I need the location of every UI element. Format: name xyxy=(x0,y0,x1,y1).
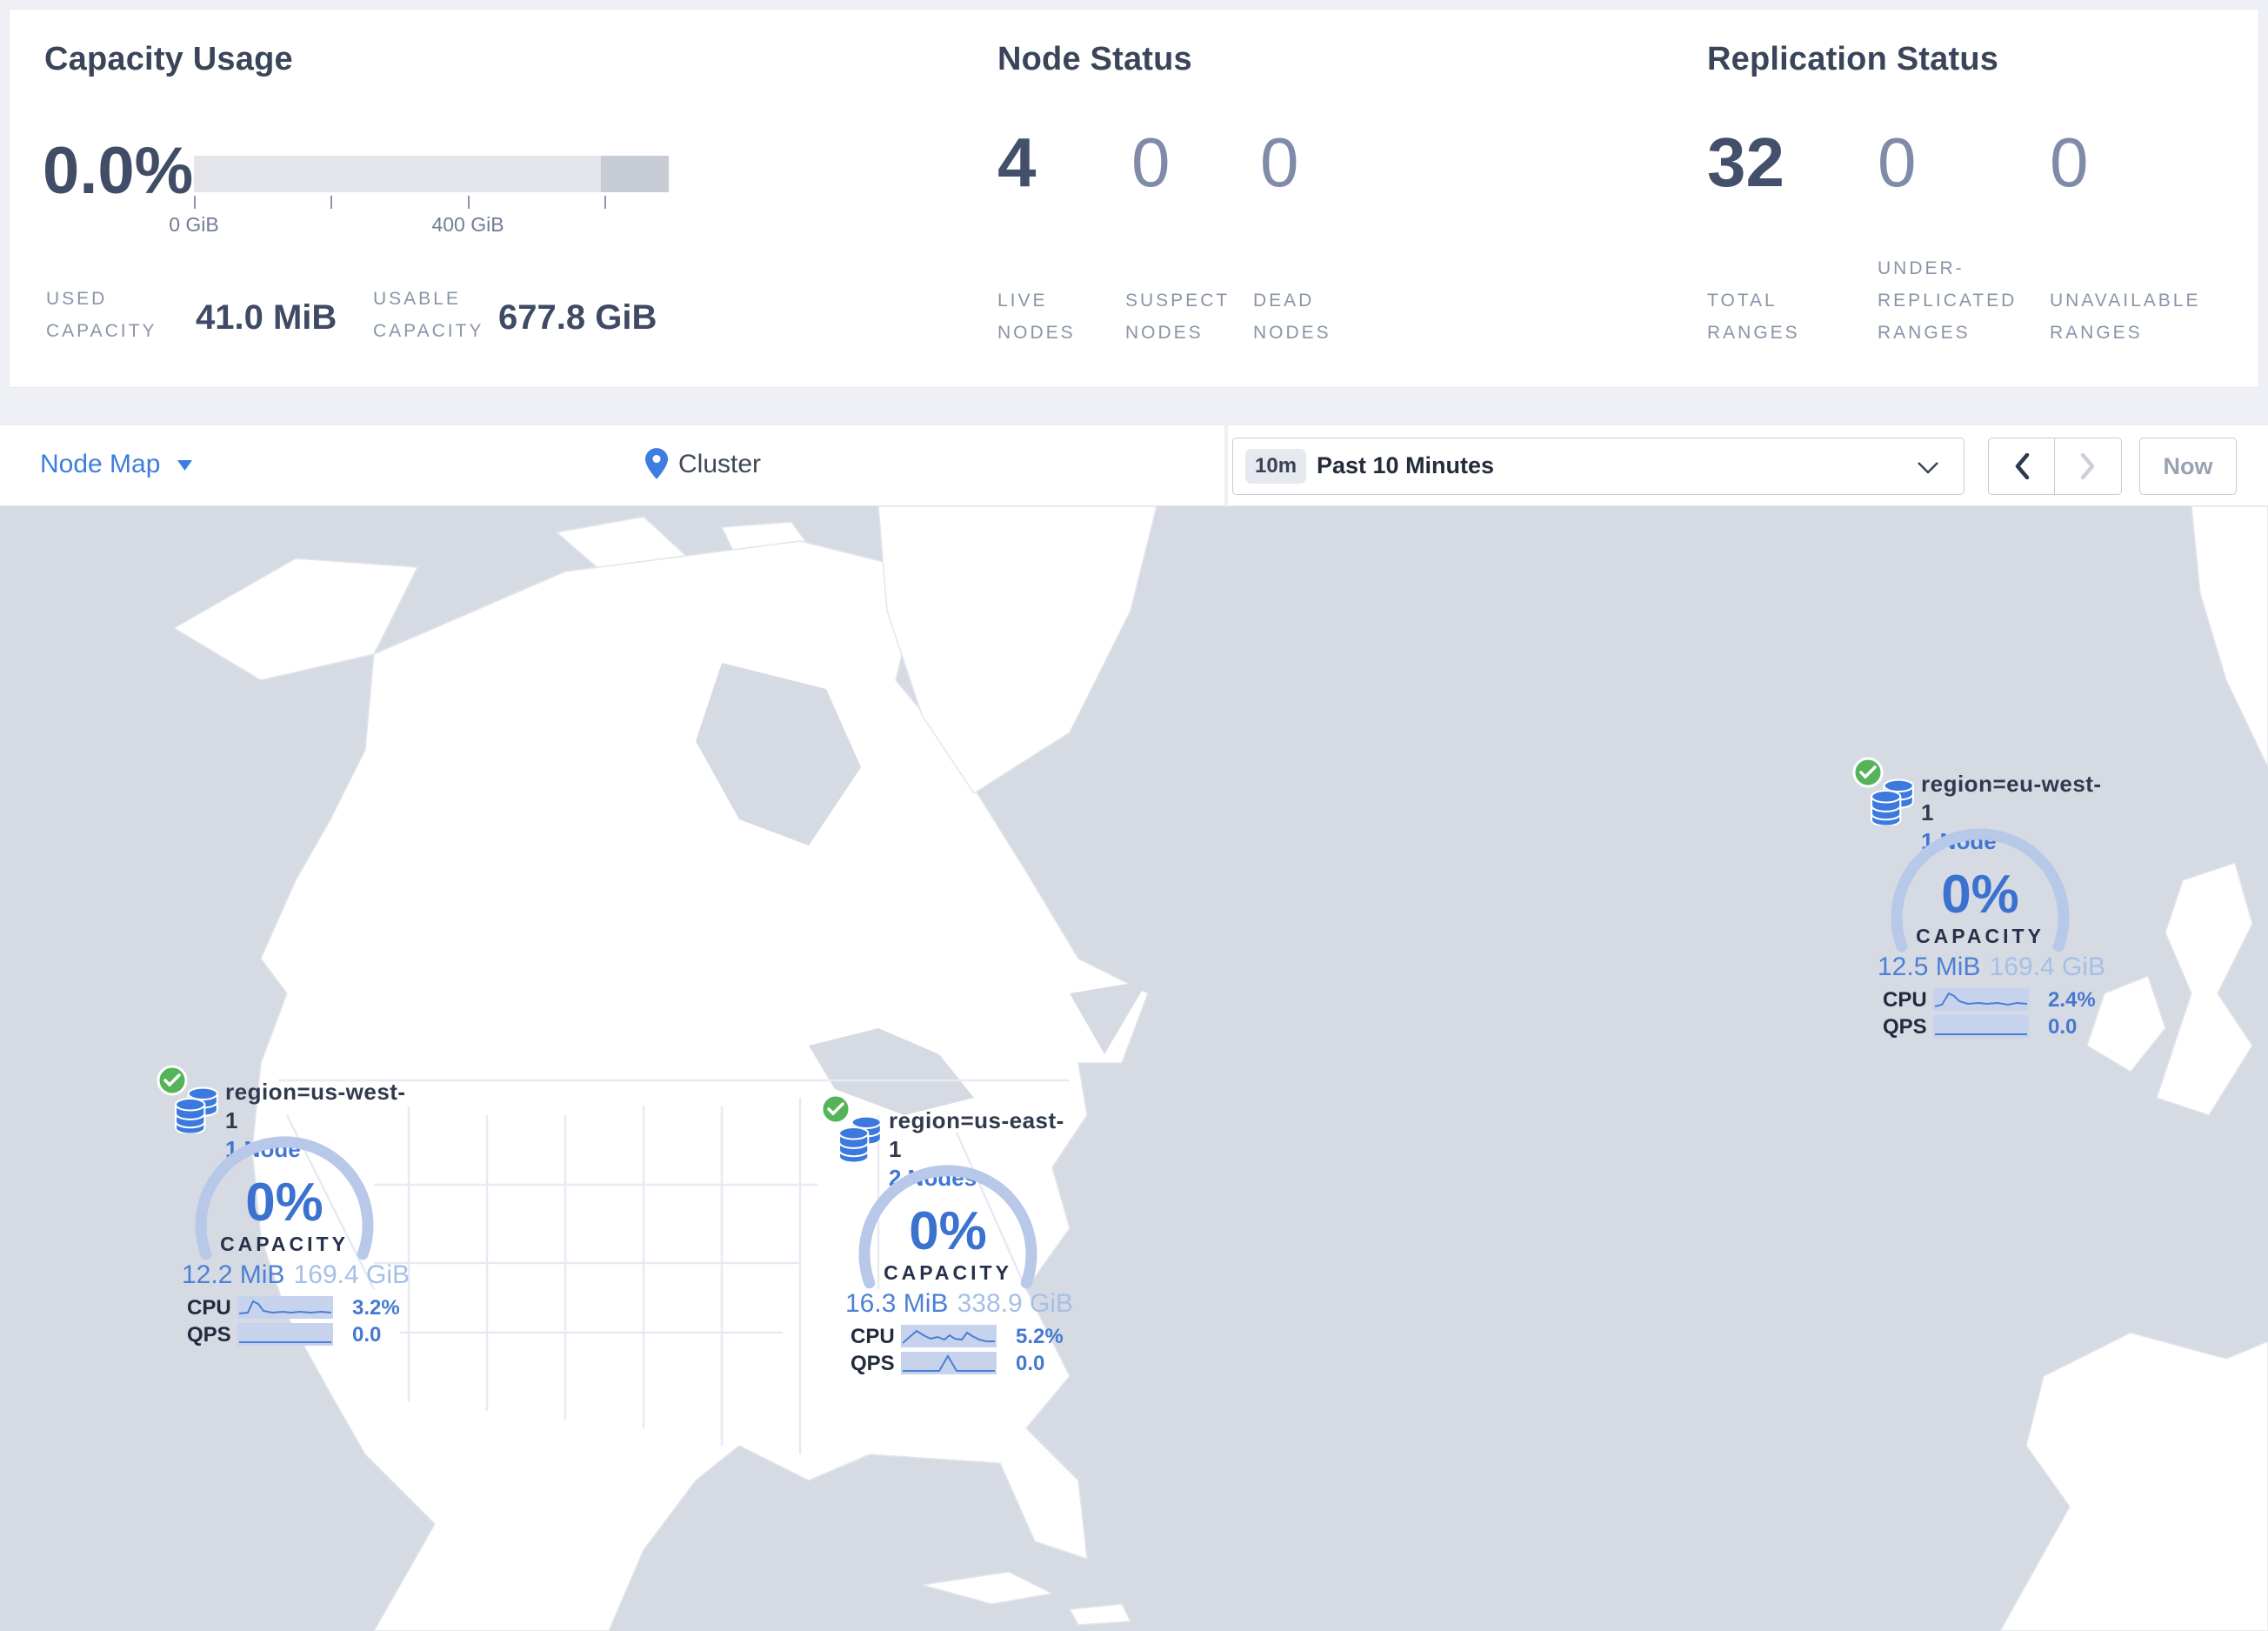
total-ranges-label: TOTAL RANGES xyxy=(1707,291,1800,343)
time-prev-button[interactable] xyxy=(1989,438,2055,494)
capacity-used-percent: 0.0% xyxy=(43,134,194,208)
capacity-bar-end-segment xyxy=(601,156,669,192)
qps-value: 0.0 xyxy=(1016,1352,1045,1375)
usable-capacity-value: 677.8 GiB xyxy=(498,298,657,337)
chevron-down-icon xyxy=(1918,462,1938,474)
unavailable-label: UNAVAILABLE RANGES xyxy=(2050,291,2201,343)
cpu-sparkline xyxy=(1933,988,2029,1011)
database-stack-icon xyxy=(838,1115,882,1162)
capacity-axis-tick xyxy=(468,196,470,209)
capacity-total: 169.4 GiB xyxy=(1989,953,2105,981)
region-marker-us-east-1[interactable]: region=us-east-1 2 Nodes 0% CAPACITY 16.… xyxy=(820,1089,1073,1385)
capacity-percent: 0% xyxy=(245,1173,324,1233)
chevron-right-icon xyxy=(2080,453,2095,479)
capacity-total: 338.9 GiB xyxy=(957,1289,1073,1318)
cpu-label: CPU xyxy=(187,1296,231,1320)
time-range-dropdown[interactable]: 10m Past 10 Minutes xyxy=(1232,438,1964,495)
capacity-used: 12.2 MiB xyxy=(182,1260,285,1289)
qps-sparkline xyxy=(1933,1015,2029,1038)
live-nodes-count: 4 xyxy=(997,124,1037,201)
dead-nodes-label: DEAD NODES xyxy=(1253,291,1331,343)
qps-value: 0.0 xyxy=(352,1323,382,1347)
database-stack-icon xyxy=(175,1086,218,1133)
qps-label: QPS xyxy=(1883,1015,1927,1039)
time-range-badge: 10m xyxy=(1245,449,1307,484)
qps-value: 0.0 xyxy=(2048,1015,2078,1039)
capacity-axis-tick xyxy=(330,196,332,209)
time-nav-group xyxy=(1988,438,2122,495)
capacity-caption: CAPACITY xyxy=(1916,925,2045,947)
capacity-bar xyxy=(194,156,669,192)
replication-status-title: Replication Status xyxy=(1707,41,1999,77)
region-label: region=us-west-1 xyxy=(225,1079,406,1133)
chevron-down-icon[interactable] xyxy=(177,460,192,471)
suspect-nodes-label: SUSPECT NODES xyxy=(1125,291,1230,343)
unavailable-count: 0 xyxy=(2050,124,2089,201)
capacity-usage-title: Capacity Usage xyxy=(44,41,293,77)
breadcrumb-cluster[interactable]: Cluster xyxy=(678,450,761,479)
live-nodes-label: LIVE NODES xyxy=(997,291,1076,343)
capacity-percent: 0% xyxy=(909,1201,987,1261)
cpu-value: 3.2% xyxy=(352,1296,400,1320)
qps-label: QPS xyxy=(187,1323,231,1347)
view-selector-node-map[interactable]: Node Map xyxy=(40,450,160,479)
under-replicated-label: UNDER-REPLICATED RANGES xyxy=(1878,258,2018,343)
cpu-sparkline xyxy=(237,1296,333,1319)
chevron-left-icon xyxy=(2015,453,2029,479)
region-label: region=eu-west-1 xyxy=(1921,771,2102,826)
capacity-total: 169.4 GiB xyxy=(293,1260,410,1289)
capacity-used: 16.3 MiB xyxy=(845,1289,949,1318)
capacity-axis-tick xyxy=(604,196,606,209)
region-marker-us-west-1[interactable]: region=us-west-1 1 Node 0% CAPACITY 12.2… xyxy=(157,1060,410,1356)
database-stack-icon xyxy=(1871,779,1914,826)
qps-label: QPS xyxy=(850,1352,895,1375)
cluster-summary-card: Capacity Usage 0.0% 0 GiB 400 GiB USED C… xyxy=(9,9,2259,388)
capacity-caption: CAPACITY xyxy=(884,1261,1012,1284)
cpu-value: 5.2% xyxy=(1016,1325,1064,1348)
region-marker-eu-west-1[interactable]: region=eu-west-1 1 Node 0% CAPACITY 12.5… xyxy=(1852,752,2105,1048)
capacity-axis-tick xyxy=(194,196,196,209)
cpu-label: CPU xyxy=(1883,988,1927,1012)
node-status-title: Node Status xyxy=(997,41,1192,77)
capacity-used: 12.5 MiB xyxy=(1878,953,1981,981)
now-button[interactable]: Now xyxy=(2139,438,2237,495)
cpu-sparkline xyxy=(901,1325,997,1347)
under-replicated-count: 0 xyxy=(1878,124,1917,201)
capacity-tick-label-0: 0 GiB xyxy=(169,213,219,236)
region-label: region=us-east-1 xyxy=(889,1107,1064,1162)
capacity-percent: 0% xyxy=(1941,865,2019,925)
capacity-caption: CAPACITY xyxy=(220,1233,349,1255)
qps-sparkline xyxy=(237,1323,333,1346)
cpu-value: 2.4% xyxy=(2048,988,2096,1012)
cpu-label: CPU xyxy=(850,1325,895,1348)
suspect-nodes-count: 0 xyxy=(1131,124,1171,201)
used-capacity-value: 41.0 MiB xyxy=(196,298,337,337)
dead-nodes-count: 0 xyxy=(1260,124,1299,201)
used-capacity-label: USED CAPACITY xyxy=(46,289,157,341)
capacity-tick-label-400: 400 GiB xyxy=(431,213,504,236)
time-range-label: Past 10 Minutes xyxy=(1317,452,1495,478)
map-toolbar-left: Node Map Cluster xyxy=(0,424,1224,506)
time-next-button[interactable] xyxy=(2055,438,2121,494)
qps-sparkline xyxy=(901,1352,997,1374)
map-toolbar-right: 10m Past 10 Minutes Now xyxy=(1228,424,2268,506)
node-map: region=us-west-1 1 Node 0% CAPACITY 12.2… xyxy=(0,506,2268,1631)
map-pin-icon xyxy=(645,448,668,479)
total-ranges-count: 32 xyxy=(1707,124,1784,201)
